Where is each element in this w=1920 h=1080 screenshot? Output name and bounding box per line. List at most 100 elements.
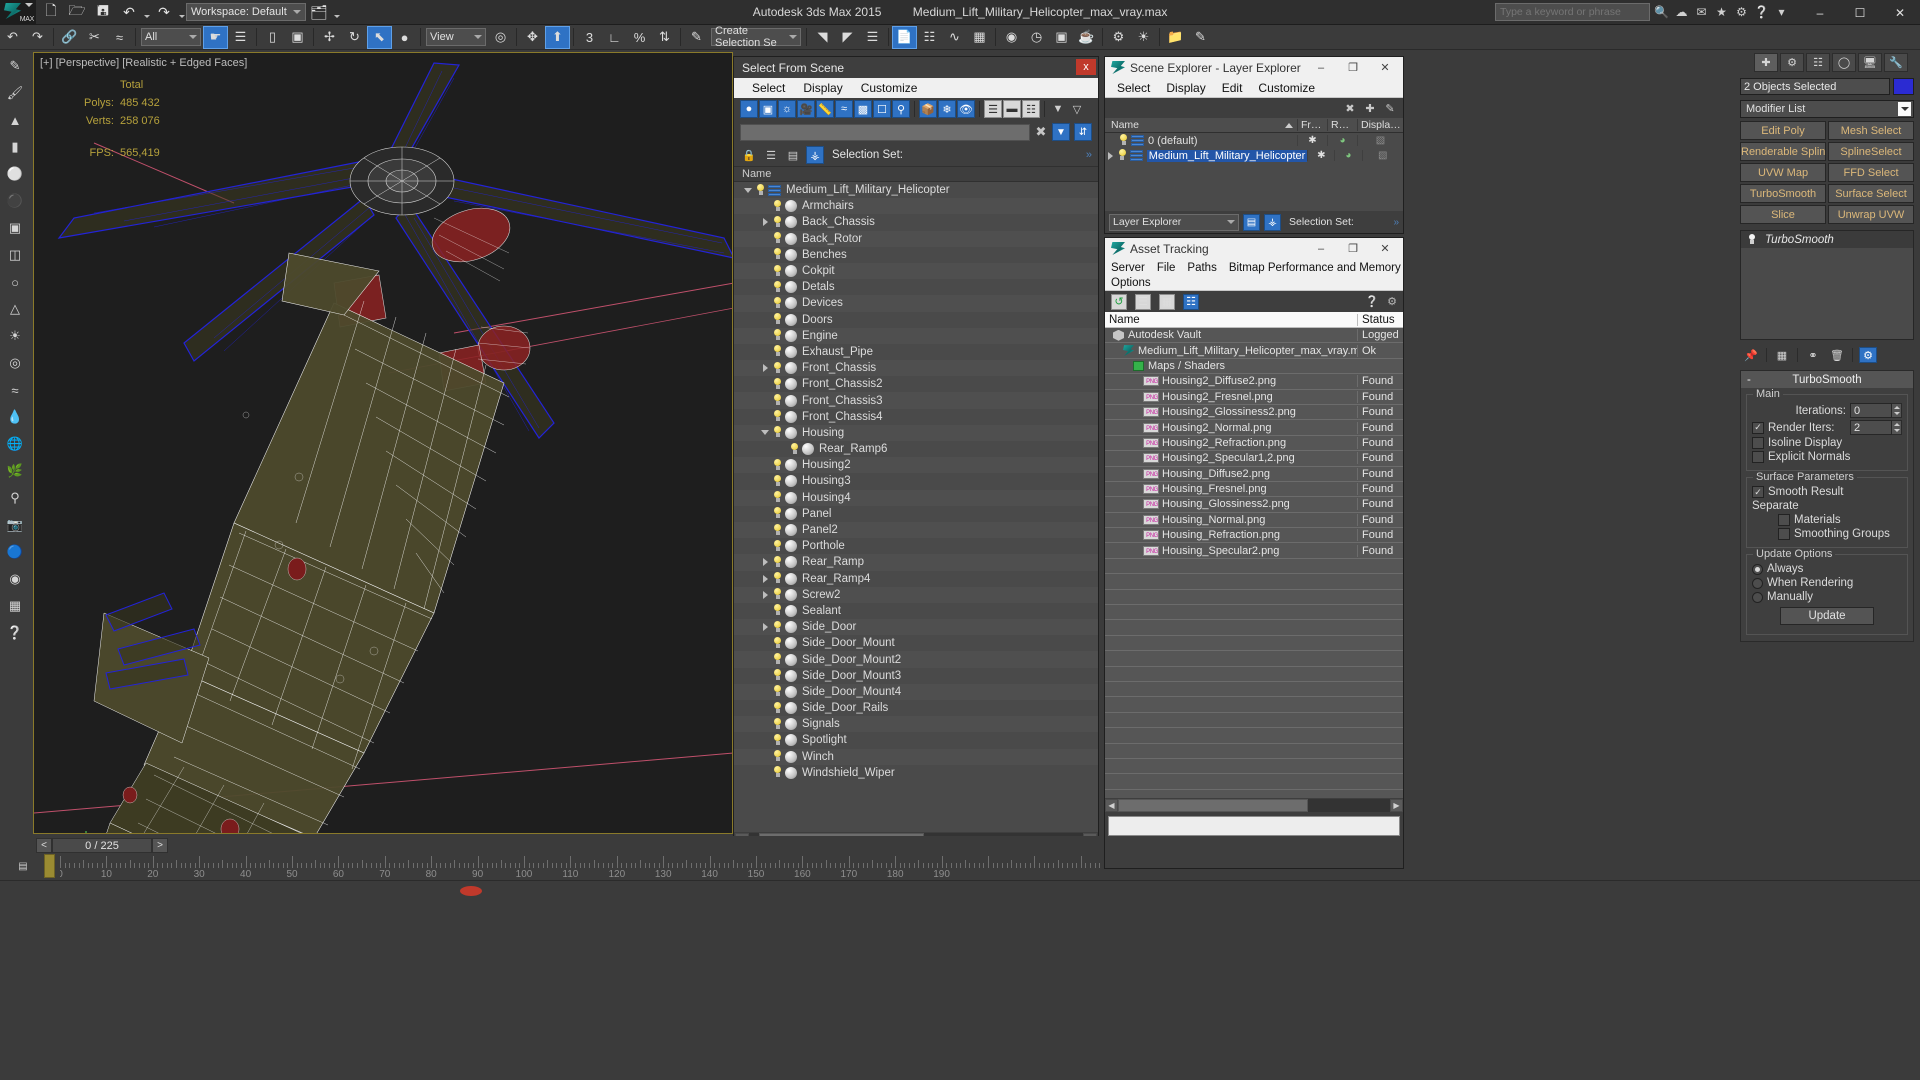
select-and-rotate-icon[interactable]: ↻ <box>342 26 367 49</box>
minimize-button[interactable]: – <box>1800 0 1840 25</box>
asset-row[interactable]: Housing2_Glossiness2.png Found <box>1105 405 1403 421</box>
scex-overflow-chevron-icon[interactable]: » <box>1393 217 1399 228</box>
dialog-title-bar[interactable]: Select From Scene x <box>734 57 1098 78</box>
overflow-chevron-icon[interactable]: » <box>1086 149 1092 161</box>
update-button[interactable]: Update <box>1780 607 1874 625</box>
asset-scroll-left-icon[interactable]: ◀ <box>1105 799 1118 812</box>
scex-menu-display[interactable]: Display <box>1166 81 1205 95</box>
tool-paint-icon[interactable]: 🖌 <box>0 80 30 106</box>
save-file-icon[interactable]: 🖪 <box>90 1 116 24</box>
tool-preview-icon[interactable]: ◉ <box>0 566 30 592</box>
asset-maximize-button[interactable]: ❐ <box>1337 238 1369 259</box>
undo-dropdown-icon[interactable] <box>142 1 151 24</box>
tool-color-icon[interactable]: ⚪ <box>0 161 30 187</box>
asset-row[interactable]: Housing_Fresnel.png Found <box>1105 482 1403 498</box>
tree-item[interactable]: Winch <box>734 748 1098 765</box>
visibility-bulb-icon[interactable] <box>771 588 783 601</box>
named-selection-set-dropdown[interactable]: Create Selection Se <box>711 25 801 49</box>
asset-row[interactable]: Housing2_Diffuse2.png Found <box>1105 374 1403 390</box>
material-editor-icon[interactable]: ◉ <box>999 26 1024 49</box>
thumbnail-view-icon[interactable]: ▦ <box>1159 293 1175 310</box>
display-space-warps-icon[interactable]: ≈ <box>835 100 853 118</box>
tree-item[interactable]: Housing4 <box>734 489 1098 506</box>
visibility-bulb-icon[interactable] <box>771 555 783 569</box>
select-and-place-icon[interactable]: ● <box>392 26 417 49</box>
select-and-manipulate-icon[interactable]: ✥ <box>520 26 545 49</box>
asset-row[interactable]: Maps / Shaders <box>1105 359 1403 375</box>
set-key-filters-icon[interactable]: ▤ <box>12 858 34 874</box>
tool-brush-icon[interactable]: ✎ <box>0 53 30 79</box>
object-color-swatch[interactable] <box>1893 78 1914 95</box>
render-production-icon[interactable]: ☕ <box>1074 26 1099 49</box>
visibility-bulb-icon[interactable] <box>771 491 783 504</box>
selection-set-icon[interactable]: ⚶ <box>806 146 824 164</box>
expand-icon[interactable] <box>759 364 771 373</box>
tree-item[interactable]: Panel2 <box>734 521 1098 539</box>
asset-scroll-right-icon[interactable]: ▶ <box>1390 799 1403 812</box>
visibility-bulb-icon[interactable] <box>771 361 783 375</box>
maximize-button[interactable]: ☐ <box>1840 0 1880 25</box>
update-always-radio[interactable] <box>1752 563 1763 575</box>
window-crossing-icon[interactable]: ▣ <box>285 26 310 49</box>
snap-degree-icon[interactable]: 3 <box>577 26 602 49</box>
iterations-spinner[interactable] <box>1850 403 1902 418</box>
sort-icon[interactable]: ⇵ <box>1074 123 1092 141</box>
scene-explorer-layer-list[interactable]: 0 (default) ✱ ◕ ▧ Medium_Lift_Military_Helic… <box>1105 133 1403 163</box>
visibility-bulb-icon[interactable] <box>771 507 783 520</box>
modifier-button[interactable]: Edit Poly <box>1740 121 1826 140</box>
angle-snap-toggle-icon[interactable]: ∟ <box>602 26 627 49</box>
layer-render-cell[interactable]: ◕ <box>1327 135 1357 146</box>
tool-help-icon[interactable]: ❔ <box>0 620 30 646</box>
iterations-input[interactable] <box>1850 403 1892 418</box>
tree-item[interactable]: Rear_Ramp <box>734 554 1098 571</box>
collapse-icon[interactable] <box>742 187 754 193</box>
tool-bone-icon[interactable]: ⚲ <box>0 485 30 511</box>
isoline-display-checkbox[interactable] <box>1752 437 1764 449</box>
expand-icon[interactable] <box>759 623 771 632</box>
layer-visibility-icon[interactable] <box>1117 134 1129 147</box>
scex-add-layer-icon[interactable]: ✚ <box>1363 101 1377 115</box>
max-script-icon[interactable]: ✎ <box>1188 26 1213 49</box>
rectangular-selection-region-icon[interactable]: ▯ <box>260 26 285 49</box>
tool-orb-icon[interactable]: 🔵 <box>0 539 30 565</box>
tree-item[interactable]: Spotlight <box>734 732 1098 748</box>
visibility-bulb-icon[interactable] <box>771 410 783 423</box>
scene-explorer-title-bar[interactable]: Scene Explorer - Layer Explorer – ❐ ✕ <box>1105 57 1403 78</box>
tool-globe-icon[interactable]: 🌐 <box>0 431 30 457</box>
visibility-bulb-icon[interactable] <box>771 701 783 715</box>
lock-selection-icon[interactable]: 🔒 <box>740 146 758 164</box>
visibility-bulb-icon[interactable] <box>771 766 783 779</box>
sort-ascending-icon[interactable] <box>1285 123 1293 128</box>
refresh-icon[interactable]: ↺ <box>1111 293 1127 310</box>
asset-menu-bitmap[interactable]: Bitmap Performance and Memory <box>1229 262 1401 274</box>
tab-display[interactable]: 🖥 <box>1858 53 1882 72</box>
redo-dropdown-icon[interactable] <box>177 1 186 24</box>
tool-box-icon[interactable]: ▣ <box>0 215 30 241</box>
visibility-bulb-icon[interactable] <box>771 329 783 342</box>
render-iters-spinner[interactable] <box>1850 420 1902 435</box>
redo-icon[interactable]: ↷ <box>151 1 177 24</box>
expand-icon[interactable] <box>759 558 771 567</box>
visibility-bulb-icon[interactable] <box>754 183 766 197</box>
asset-horizontal-scrollbar[interactable]: ◀ ▶ <box>1105 798 1403 813</box>
tree-item[interactable]: Detals <box>734 279 1098 295</box>
modifier-button[interactable]: Unwrap UVW <box>1828 205 1914 224</box>
current-frame-display[interactable]: 0 / 225 <box>52 838 152 853</box>
spinner-snap-toggle-icon[interactable]: ⇅ <box>652 26 677 49</box>
display-xrefs-icon[interactable]: ☐ <box>873 100 891 118</box>
expand-icon[interactable] <box>759 574 771 583</box>
tree-item[interactable]: Windshield_Wiper <box>734 765 1098 781</box>
modifier-stack[interactable]: TurboSmooth <box>1740 230 1914 340</box>
display-hidden-icon[interactable]: 👁 <box>957 100 975 118</box>
selection-filter-dropdown[interactable]: All <box>141 28 201 46</box>
expand-icon[interactable] <box>759 218 771 227</box>
previous-frame-button[interactable]: < <box>36 838 52 853</box>
visibility-bulb-icon[interactable] <box>771 653 783 666</box>
smoothing-groups-checkbox[interactable] <box>1778 528 1790 540</box>
favorites-icon[interactable]: ★ <box>1713 3 1730 21</box>
modifier-enable-icon[interactable] <box>1747 234 1757 245</box>
explorer-mode-dropdown[interactable]: Layer Explorer <box>1109 213 1239 231</box>
select-and-move-icon[interactable]: ✢ <box>317 26 342 49</box>
layer-frozen-cell[interactable]: ✱ <box>1307 150 1334 161</box>
visibility-bulb-icon[interactable] <box>771 232 783 245</box>
